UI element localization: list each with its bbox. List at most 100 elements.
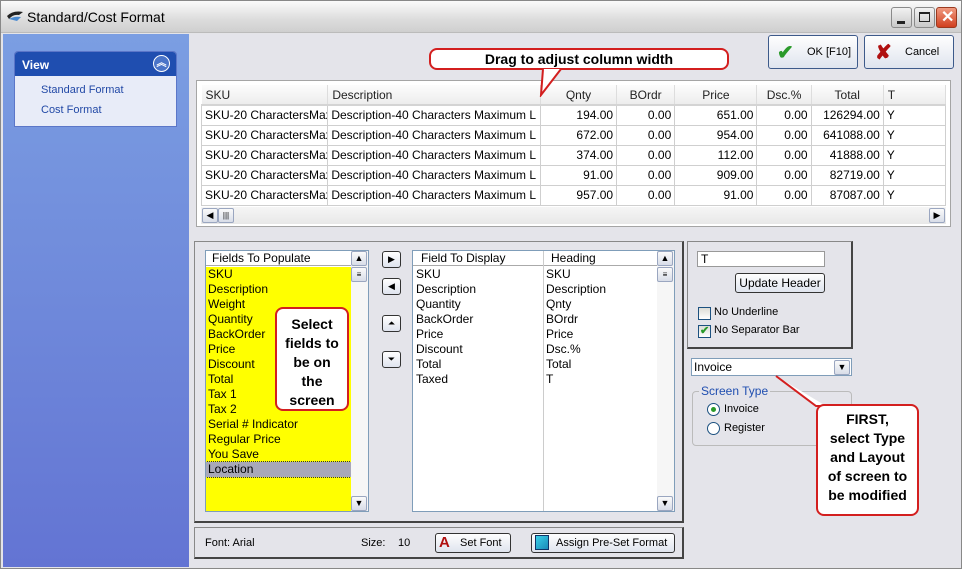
list-item[interactable]: You Save: [206, 447, 351, 462]
horizontal-scrollbar[interactable]: ◀ ||| ▶: [201, 207, 946, 224]
table-cell: SKU-20 CharactersMax: [200, 184, 329, 206]
minimize-button[interactable]: [891, 7, 912, 28]
table-cell: 0.00: [756, 144, 812, 166]
table-cell: 0.00: [616, 164, 676, 186]
heading-name: T: [546, 372, 554, 386]
scroll-thumb[interactable]: |||: [218, 208, 234, 223]
column-header[interactable]: Total: [811, 85, 884, 106]
table-row[interactable]: SKU-20 CharactersMax Description-40 Chara…: [200, 124, 947, 146]
callout-line: be modified: [828, 487, 907, 503]
list-item[interactable]: Location: [206, 461, 352, 478]
close-button[interactable]: ✕: [936, 7, 957, 28]
column-header[interactable]: Description: [327, 85, 541, 106]
list-item[interactable]: SKU: [206, 267, 351, 282]
collapse-icon[interactable]: ︽: [153, 55, 170, 72]
set-font-label: Set Font: [460, 537, 502, 549]
table-cell: 0.00: [616, 104, 676, 126]
select-fields-callout: Select fields to be on the screen: [275, 307, 349, 411]
table-row[interactable]: SKU-20 CharactersMax Description-40 Chara…: [200, 144, 947, 166]
field-name: SKU: [416, 267, 441, 281]
heading-name: Qnty: [546, 297, 572, 311]
scroll-down-button[interactable]: ▼: [657, 496, 673, 511]
column-header[interactable]: SKU: [201, 85, 329, 106]
ok-label: OK [F10]: [807, 46, 852, 58]
list-item[interactable]: Taxed T: [413, 372, 657, 387]
no-underline-checkbox[interactable]: [698, 307, 711, 320]
no-separator-label: No Separator Bar: [714, 324, 800, 336]
list-item[interactable]: SKU SKU: [413, 267, 657, 282]
set-font-button[interactable]: A Set Font: [435, 533, 511, 553]
size-value: 10: [398, 537, 411, 549]
cancel-label: Cancel: [905, 46, 940, 58]
radio-register[interactable]: [707, 422, 720, 435]
column-header[interactable]: Price: [674, 85, 758, 106]
column-header[interactable]: Dsc.%: [756, 85, 812, 106]
font-icon: A: [439, 534, 450, 551]
table-cell: Description-40 Characters Maximum L: [327, 164, 541, 186]
scroll-thumb[interactable]: ≡: [657, 267, 673, 282]
maximize-button[interactable]: [914, 7, 935, 28]
list-item[interactable]: Description: [206, 282, 351, 297]
dropdown-arrow-icon[interactable]: ▼: [834, 360, 850, 375]
assign-preset-button[interactable]: Assign Pre-Set Format: [531, 533, 675, 553]
radio-invoice[interactable]: [707, 403, 720, 416]
fields-scrollbar[interactable]: ▲ ≡ ▼: [351, 251, 368, 511]
checkmark-icon: ✔: [777, 42, 794, 64]
radio-invoice-label: Invoice: [724, 403, 759, 415]
move-down-button[interactable]: ⏷: [382, 351, 401, 368]
callout-line: select Type: [829, 430, 906, 446]
table-cell: SKU-20 CharactersMax: [200, 144, 329, 166]
scroll-thumb[interactable]: ≡: [351, 267, 367, 282]
heading-input[interactable]: [697, 251, 825, 267]
scroll-left-button[interactable]: ◀: [202, 208, 218, 223]
table-cell: 41888.00: [810, 144, 884, 166]
column-header[interactable]: BOrdr: [616, 85, 676, 106]
scroll-down-button[interactable]: ▼: [351, 496, 367, 511]
view-panel-header[interactable]: View ︽: [15, 52, 176, 76]
list-item[interactable]: Price Price: [413, 327, 657, 342]
drag-callout-pointer: [539, 68, 562, 97]
no-separator-checkbox[interactable]: ✔: [698, 325, 711, 338]
list-item[interactable]: BackOrder BOrdr: [413, 312, 657, 327]
table-cell: 957.00: [539, 184, 618, 206]
scroll-up-button[interactable]: ▲: [657, 251, 673, 266]
heading-name: Description: [546, 282, 607, 296]
scroll-up-button[interactable]: ▲: [351, 251, 367, 266]
callout-line: Select: [291, 316, 333, 332]
view-panel: View ︽ Standard Format Cost Format: [14, 51, 177, 127]
list-item[interactable]: Regular Price: [206, 432, 351, 447]
sidebar-item-cost-format[interactable]: Cost Format: [15, 100, 176, 120]
table-cell: Y: [882, 104, 947, 126]
list-item[interactable]: Quantity Qnty: [413, 297, 657, 312]
table-row[interactable]: SKU-20 CharactersMax Description-40 Chara…: [200, 184, 947, 206]
update-header-button[interactable]: Update Header: [735, 273, 825, 293]
field-to-display-list[interactable]: Field To Display Heading SKU SKU Descripti…: [412, 250, 675, 512]
scroll-right-button[interactable]: ▶: [929, 208, 945, 223]
table-row[interactable]: SKU-20 CharactersMax Description-40 Chara…: [200, 104, 947, 126]
table-cell: Description-40 Characters Maximum L: [327, 144, 541, 166]
field-to-display-header: Field To Display: [421, 251, 506, 265]
ok-button[interactable]: ✔ OK [F10]: [768, 35, 858, 69]
list-item[interactable]: Description Description: [413, 282, 657, 297]
display-scrollbar[interactable]: ▲ ≡ ▼: [657, 251, 674, 511]
view-panel-title: View: [22, 58, 50, 72]
add-field-button[interactable]: ▶: [382, 251, 401, 268]
table-cell: 0.00: [756, 164, 812, 186]
cancel-button[interactable]: ✘ Cancel: [864, 35, 954, 69]
sidebar-item-standard-format[interactable]: Standard Format: [15, 80, 176, 100]
title-bar[interactable]: Standard/Cost Format ✕: [1, 1, 961, 33]
layout-select-value: Invoice: [694, 360, 733, 374]
table-cell: 91.00: [674, 184, 758, 206]
heading-header: Heading: [551, 251, 596, 265]
remove-field-button[interactable]: ◀: [382, 278, 401, 295]
table-cell: Y: [882, 164, 947, 186]
column-header[interactable]: T: [883, 85, 947, 106]
table-row[interactable]: SKU-20 CharactersMax Description-40 Chara…: [200, 164, 947, 186]
list-item[interactable]: Discount Dsc.%: [413, 342, 657, 357]
table-cell: Description-40 Characters Maximum L: [327, 104, 541, 126]
list-item[interactable]: Total Total: [413, 357, 657, 372]
list-item[interactable]: Serial # Indicator: [206, 417, 351, 432]
table-cell: 82719.00: [810, 164, 884, 186]
move-up-button[interactable]: ⏶: [382, 315, 401, 332]
cancel-x-icon: ✘: [875, 42, 892, 64]
